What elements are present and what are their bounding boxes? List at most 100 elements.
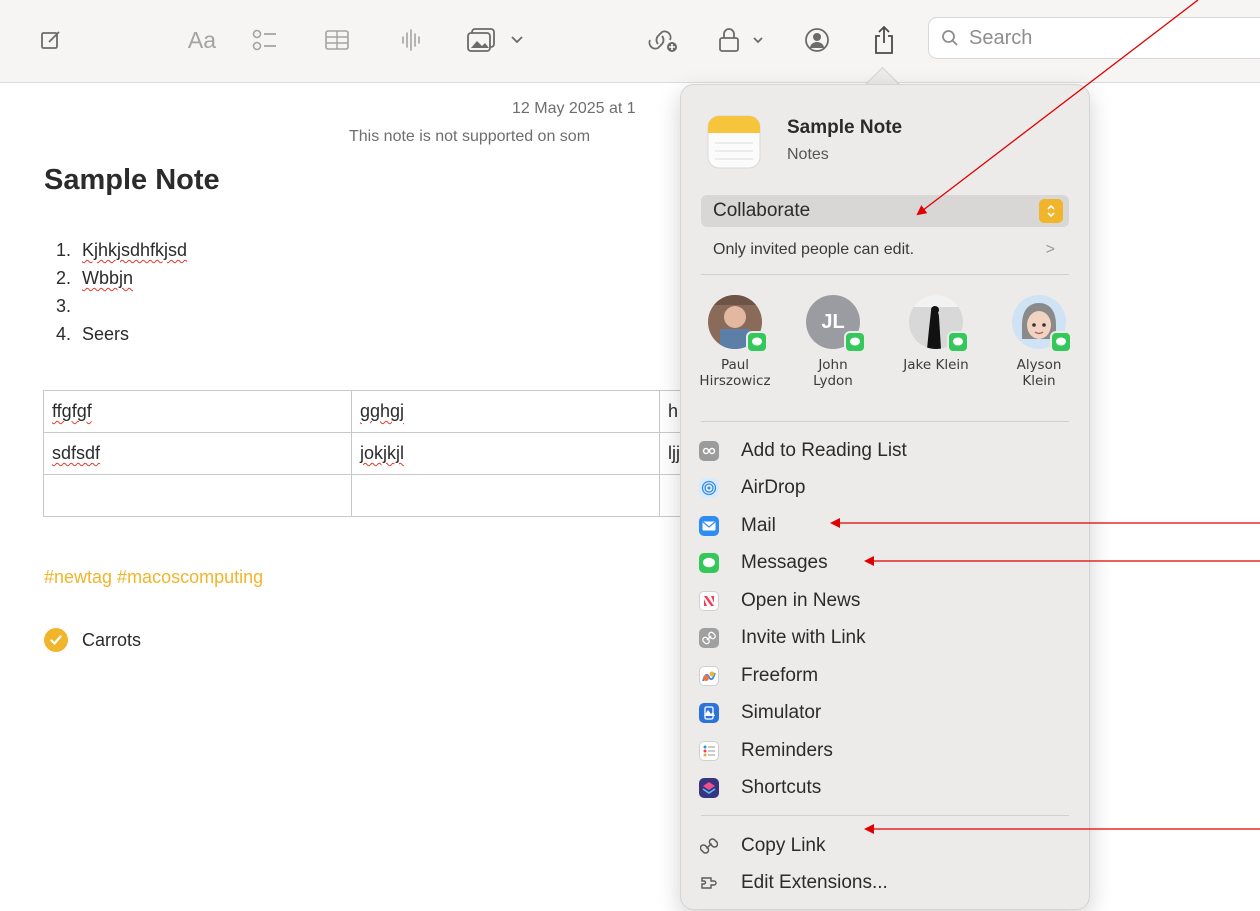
table-cell[interactable]: jokjkjl — [351, 432, 660, 475]
divider — [701, 815, 1069, 816]
media-icon[interactable] — [466, 22, 530, 58]
person-jake[interactable]: Jake Klein — [886, 295, 986, 373]
cell-text: gghgj — [360, 401, 405, 421]
menu-item-label: Reminders — [741, 739, 833, 761]
list-item[interactable]: 2. Wbbjn — [56, 264, 187, 292]
table-cell[interactable]: ffgfgf — [43, 390, 352, 433]
menu-item-label: Simulator — [741, 702, 822, 724]
note-support-warning: This note is not supported on som — [349, 128, 591, 145]
simulator-icon — [699, 703, 719, 724]
collaborate-label: Collaborate — [713, 200, 811, 221]
menu-item-label: Open in News — [741, 589, 861, 611]
checklist-icon[interactable] — [250, 22, 280, 58]
link-icon — [699, 836, 719, 856]
avatar-initials: JL — [821, 310, 845, 333]
menu-item-messages[interactable]: Messages — [697, 545, 1073, 583]
reminders-icon — [699, 740, 719, 761]
table-cell[interactable]: sdfsdf — [43, 432, 352, 475]
reading-list-icon — [699, 440, 719, 461]
divider — [701, 274, 1069, 275]
list-item[interactable]: 3. — [56, 292, 187, 320]
messages-badge-icon — [844, 331, 866, 353]
menu-item-mail[interactable]: Mail — [697, 507, 1073, 545]
menu-item-label: Edit Extensions... — [741, 872, 888, 894]
chevron-updown-icon — [1039, 199, 1063, 223]
menu-item-label: Shortcuts — [741, 777, 822, 799]
cell-text: sdfsdf — [52, 443, 101, 463]
permission-row[interactable]: Only invited people can edit. > — [713, 241, 1063, 259]
extensions-icon — [699, 873, 719, 893]
list-number: 2. — [56, 268, 72, 288]
compose-icon[interactable] — [36, 22, 66, 58]
menu-item-copy-link[interactable]: Copy Link — [697, 827, 1073, 865]
audio-icon[interactable] — [396, 22, 426, 58]
cell-text: ffgfgf — [52, 401, 92, 421]
search-field[interactable] — [928, 17, 1260, 59]
menu-item-reminders[interactable]: Reminders — [697, 732, 1073, 770]
menu-item-open-in-news[interactable]: Open in News — [697, 582, 1073, 620]
table-icon[interactable] — [322, 22, 352, 58]
shortcuts-icon — [699, 778, 719, 799]
person-name: John Lydon — [813, 357, 853, 389]
share-icon[interactable] — [870, 22, 898, 58]
divider — [701, 421, 1069, 422]
share-menu-bottom: Copy Link Edit Extensions... — [697, 827, 1073, 902]
share-popover: Sample Note Notes Collaborate Only invit… — [680, 84, 1090, 910]
chevron-right-icon: > — [1045, 241, 1055, 258]
menu-item-invite-with-link[interactable]: Invite with Link — [697, 620, 1073, 658]
invite-link-icon — [699, 628, 719, 649]
table-cell[interactable] — [43, 474, 352, 517]
menu-item-freeform[interactable]: Freeform — [697, 657, 1073, 695]
table-cell[interactable] — [351, 474, 660, 517]
menu-item-label: Messages — [741, 552, 828, 574]
toolbar: Aa — [0, 0, 1260, 83]
person-name: Jake Klein — [903, 357, 969, 373]
collaborate-dropdown[interactable]: Collaborate — [701, 195, 1069, 227]
list-number: 4. — [56, 324, 72, 344]
table-cell[interactable]: gghgj — [351, 390, 660, 433]
cell-text: ljj — [668, 443, 680, 463]
collaborate-icon[interactable] — [646, 22, 680, 58]
list-text: Kjhkjsdhfkjsd — [82, 240, 188, 260]
menu-item-add-to-reading-list[interactable]: Add to Reading List — [697, 432, 1073, 470]
numbered-list[interactable]: 1. Kjhkjsdhfkjsd 2. Wbbjn 3. 4. Seers — [56, 236, 187, 348]
menu-item-label: Freeform — [741, 664, 819, 686]
messages-badge-icon — [947, 331, 969, 353]
list-item[interactable]: 4. Seers — [56, 320, 187, 348]
messages-icon — [699, 553, 719, 574]
menu-item-simulator[interactable]: Simulator — [697, 695, 1073, 733]
checklist-item[interactable]: Carrots — [44, 628, 141, 652]
list-number: 3. — [56, 296, 72, 316]
note-tags[interactable]: #newtag #macoscomputing — [44, 567, 263, 588]
menu-item-shortcuts[interactable]: Shortcuts — [697, 770, 1073, 808]
format-icon[interactable]: Aa — [182, 22, 222, 58]
menu-item-edit-extensions[interactable]: Edit Extensions... — [697, 865, 1073, 903]
search-icon — [941, 29, 959, 47]
checkmark-icon[interactable] — [44, 628, 68, 652]
lock-icon[interactable] — [716, 22, 770, 58]
note-table[interactable]: ffgfgf gghgj h sdfsdf jokjkjl ljj — [43, 390, 700, 517]
note-date: 12 May 2025 at 1 — [512, 100, 636, 117]
person-john[interactable]: JL John Lydon — [783, 295, 883, 389]
share-menu: Add to Reading List AirDrop Mail Message… — [697, 432, 1073, 807]
notes-window: Aa 12 May 2025 — [0, 0, 1260, 911]
person-alyson[interactable]: Alyson Klein — [989, 295, 1089, 389]
note-title[interactable]: Sample Note — [44, 164, 220, 197]
airdrop-icon — [699, 478, 719, 499]
menu-item-airdrop[interactable]: AirDrop — [697, 470, 1073, 508]
person-name: Paul Hirszowicz — [699, 357, 771, 389]
menu-item-label: Add to Reading List — [741, 439, 907, 461]
list-item[interactable]: 1. Kjhkjsdhfkjsd — [56, 236, 187, 264]
menu-item-label: AirDrop — [741, 477, 806, 499]
news-icon — [699, 590, 719, 611]
person-paul[interactable]: Paul Hirszowicz — [685, 295, 785, 389]
table-row — [43, 474, 700, 517]
people-icon[interactable] — [800, 22, 834, 58]
list-number: 1. — [56, 240, 72, 260]
share-note-title: Sample Note — [787, 117, 903, 138]
permission-text: Only invited people can edit. — [713, 241, 915, 258]
search-input[interactable] — [967, 25, 1231, 51]
mail-icon — [699, 515, 719, 536]
cell-text: jokjkjl — [360, 443, 405, 463]
checklist-text: Carrots — [82, 629, 142, 650]
